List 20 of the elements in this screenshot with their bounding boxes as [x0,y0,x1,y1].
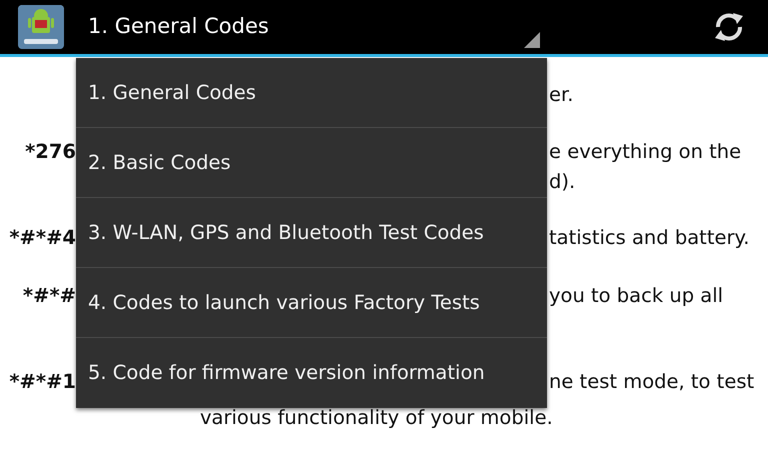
menu-item[interactable]: 2. Basic Codes [76,128,547,198]
dropdown-triangle-icon [524,32,540,48]
code-text: *276 [24,139,76,166]
description-text: ne test mode, to test [549,369,754,396]
refresh-icon[interactable] [712,10,746,44]
menu-item[interactable]: 3. W-LAN, GPS and Bluetooth Test Codes [76,198,547,268]
code-text: *#*# [22,283,76,310]
app-icon[interactable] [18,5,64,49]
description-text: various functionality of your mobile. [200,405,553,432]
code-text: *#*#4 [8,225,76,252]
description-text: er. [549,82,574,108]
menu-item[interactable]: 1. General Codes [76,58,547,128]
description-text: d). [549,169,576,196]
description-text: you to back up all [549,283,724,310]
code-text: *#*#1 [8,369,76,396]
description-text: e everything on the [549,139,742,166]
description-text: tatistics and battery. [549,225,750,252]
menu-item[interactable]: 4. Codes to launch various Factory Tests [76,268,547,338]
spinner-title[interactable]: 1. General Codes [88,11,269,43]
menu-item[interactable]: 5. Code for firmware version information [76,338,547,408]
